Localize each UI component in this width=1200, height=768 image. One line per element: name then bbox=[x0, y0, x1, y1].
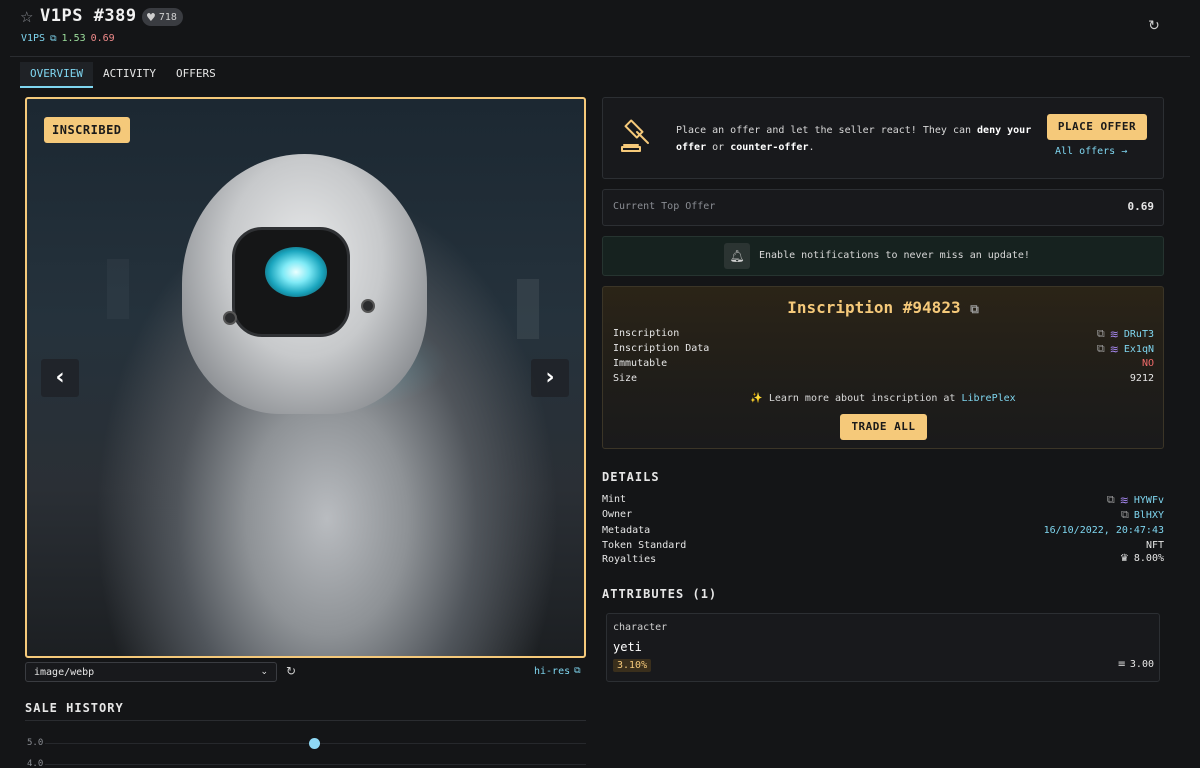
crown-icon: ♛ bbox=[1119, 553, 1129, 564]
trade-all-button[interactable]: TRADE ALL bbox=[840, 414, 927, 440]
sale-history-divider bbox=[25, 720, 586, 721]
copy-icon[interactable]: ⧉ bbox=[1121, 508, 1129, 522]
helmet-ear bbox=[223, 311, 237, 325]
copy-icon[interactable]: ⧉ bbox=[1097, 327, 1105, 341]
header-divider bbox=[10, 56, 1190, 57]
tab-offers[interactable]: OFFERS bbox=[166, 62, 226, 88]
all-offers-link[interactable]: All offers → bbox=[1055, 146, 1127, 157]
refresh-image-icon[interactable]: ↻ bbox=[286, 664, 296, 678]
learn-more-line: ✨ Learn more about inscription at LibreP… bbox=[602, 393, 1164, 404]
glowing-visor bbox=[265, 247, 327, 297]
copy-icon[interactable]: ⧉ bbox=[1107, 493, 1115, 507]
helmet-ear bbox=[361, 299, 375, 313]
learn-more-text: Learn more about inscription at bbox=[768, 393, 962, 404]
metadata-value[interactable]: 16/10/2022, 20:47:43 bbox=[980, 525, 1164, 536]
details-title: DETAILS bbox=[602, 470, 660, 484]
external-link-icon[interactable]: ⧉ bbox=[50, 34, 56, 44]
token-standard-label: Token Standard bbox=[602, 540, 687, 551]
libreplex-link[interactable]: LibrePlex bbox=[961, 393, 1015, 404]
sale-point[interactable] bbox=[309, 738, 320, 749]
solana-icon: ≋ bbox=[1119, 493, 1129, 507]
attribute-rarity: 3.10% bbox=[613, 659, 652, 672]
royalties-value: ♛ 8.00% bbox=[1000, 553, 1164, 564]
attributes-title: ATTRIBUTES (1) bbox=[602, 587, 718, 601]
royalties-label: Royalties bbox=[602, 554, 657, 565]
collection-link[interactable]: V1PS bbox=[21, 33, 45, 44]
attribute-trait-type: character bbox=[613, 622, 668, 633]
owner-value: ⧉ BlHXY bbox=[1000, 508, 1164, 522]
sparkle-icon: ✨ bbox=[750, 393, 763, 404]
token-standard-value: NFT bbox=[1145, 540, 1164, 551]
size-value: 9212 bbox=[1129, 373, 1154, 384]
tab-overview[interactable]: OVERVIEW bbox=[20, 62, 93, 88]
inscription-value: ⧉ ≋ DRuT3 bbox=[1000, 327, 1154, 341]
offer-text-part: or bbox=[706, 142, 731, 153]
notification-text: Enable notifications to never miss an up… bbox=[759, 250, 1030, 261]
y-tick-label: 4.0 bbox=[27, 759, 44, 768]
background-light bbox=[107, 259, 129, 319]
inscription-address-link[interactable]: DRuT3 bbox=[1124, 329, 1154, 340]
owner-label: Owner bbox=[602, 509, 633, 520]
top-offer-value: 0.69 bbox=[1127, 200, 1155, 213]
immutable-value: NO bbox=[1141, 358, 1154, 369]
tab-activity[interactable]: ACTIVITY bbox=[93, 62, 166, 88]
favorite-star-icon[interactable]: ☆ bbox=[20, 9, 36, 25]
offer-description: Place an offer and let the seller react!… bbox=[676, 122, 1036, 156]
refresh-icon[interactable]: ↻ bbox=[1146, 18, 1162, 34]
attribute-value: yeti bbox=[613, 640, 642, 654]
sale-history-title: SALE HISTORY bbox=[25, 701, 124, 715]
copy-icon[interactable]: ⧉ bbox=[1097, 342, 1105, 356]
attribute-price-value: 3.00 bbox=[1129, 659, 1154, 670]
chevron-right-icon[interactable]: › bbox=[531, 359, 569, 397]
inscribed-badge: INSCRIBED bbox=[44, 117, 130, 143]
background-light bbox=[517, 279, 539, 339]
y-tick-label: 5.0 bbox=[27, 738, 44, 748]
gavel-icon bbox=[621, 119, 649, 152]
chevron-down-icon: ⌄ bbox=[260, 667, 268, 677]
owner-address-link[interactable]: BlHXY bbox=[1134, 510, 1164, 521]
floor-price: 1.53 bbox=[61, 33, 86, 44]
collection-line: V1PS ⧉ 1.53 0.69 bbox=[21, 33, 115, 44]
heart-icon: ♥ bbox=[146, 10, 156, 24]
format-select[interactable]: image/webp ⌄ bbox=[25, 662, 277, 682]
inscription-data-link[interactable]: Ex1qN bbox=[1124, 344, 1154, 355]
top-offer-price: 0.69 bbox=[90, 33, 115, 44]
royalties-amount: 8.00% bbox=[1133, 553, 1164, 564]
hires-link[interactable]: hi-res ⧉ bbox=[534, 666, 581, 677]
attribute-card[interactable] bbox=[606, 613, 1160, 682]
solana-icon: ≋ bbox=[1109, 327, 1119, 341]
inscription-data-label: Inscription Data bbox=[613, 343, 710, 354]
likes-count: 718 bbox=[158, 11, 177, 23]
solana-icon: ≋ bbox=[1109, 342, 1119, 356]
size-label: Size bbox=[613, 373, 638, 384]
tab-bar: OVERVIEW ACTIVITY OFFERS bbox=[20, 62, 226, 88]
inscription-title-text: Inscription #94823 bbox=[787, 298, 961, 317]
nft-image[interactable]: INSCRIBED ‹ › bbox=[25, 97, 586, 658]
bell-icon[interactable]: 🔔︎ bbox=[724, 243, 750, 269]
external-link-icon: ⧉ bbox=[574, 666, 581, 676]
chevron-left-icon[interactable]: ‹ bbox=[41, 359, 79, 397]
hires-label: hi-res bbox=[534, 666, 571, 677]
place-offer-button[interactable]: PLACE OFFER bbox=[1047, 114, 1147, 140]
offer-text-part: Place an offer and let the seller react!… bbox=[676, 125, 978, 136]
solana-icon: ≡ bbox=[1117, 659, 1126, 670]
page-title: V1PS #389 bbox=[40, 6, 137, 26]
attribute-floor-price: ≡ 3.00 bbox=[1100, 659, 1154, 670]
mint-label: Mint bbox=[602, 494, 627, 505]
offer-text-part: . bbox=[808, 142, 815, 153]
metadata-label: Metadata bbox=[602, 525, 651, 536]
mint-address-link[interactable]: HYWFv bbox=[1134, 495, 1164, 506]
inscription-title: Inscription #94823 ⧉ bbox=[602, 298, 1164, 317]
inscription-label: Inscription bbox=[613, 328, 680, 339]
mint-value: ⧉ ≋ HYWFv bbox=[1000, 493, 1164, 507]
immutable-label: Immutable bbox=[613, 358, 668, 369]
format-value: image/webp bbox=[34, 666, 95, 678]
copy-icon[interactable]: ⧉ bbox=[970, 302, 979, 316]
inscription-data-value: ⧉ ≋ Ex1qN bbox=[1000, 342, 1154, 356]
gridline bbox=[45, 764, 586, 765]
likes-badge[interactable]: ♥ 718 bbox=[142, 8, 183, 26]
top-offer-label: Current Top Offer bbox=[613, 201, 716, 212]
offer-text-bold: counter-offer bbox=[730, 142, 809, 153]
